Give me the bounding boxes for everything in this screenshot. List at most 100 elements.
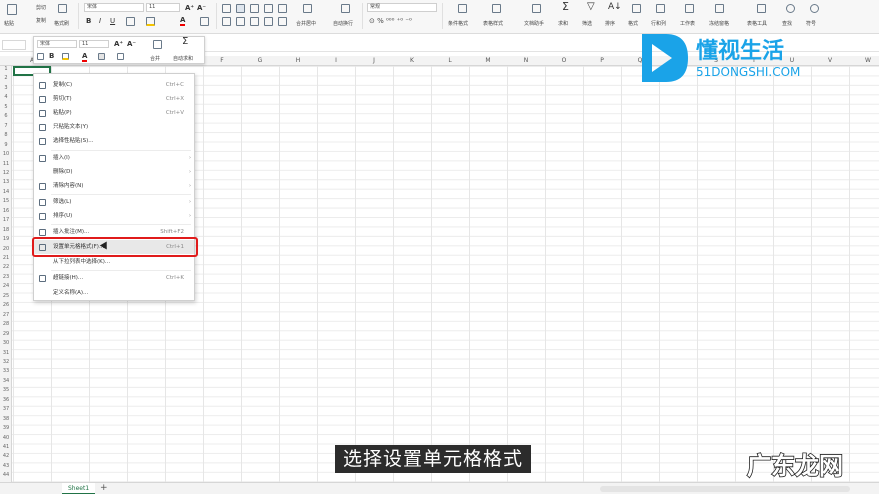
- row-header-cell[interactable]: 43: [0, 463, 12, 469]
- column-header-cell[interactable]: I: [317, 56, 355, 66]
- merge-center-icon[interactable]: [303, 4, 312, 13]
- row-header-cell[interactable]: 29: [0, 331, 12, 337]
- row-header-cell[interactable]: 4: [0, 94, 12, 100]
- row-header-cell[interactable]: 5: [0, 104, 12, 110]
- menu-item-clear[interactable]: 清除内容(N) ›: [34, 179, 194, 193]
- freeze-button[interactable]: 冻结窗格: [709, 20, 729, 27]
- row-header-cell[interactable]: 7: [0, 123, 12, 129]
- menu-item-cut[interactable]: 剪切(T) Ctrl+X: [34, 92, 194, 106]
- row-header-cell[interactable]: 25: [0, 293, 12, 299]
- menu-item-delete[interactable]: 删除(D) ›: [34, 165, 194, 179]
- row-header-cell[interactable]: 24: [0, 283, 12, 289]
- row-header-cell[interactable]: 11: [0, 161, 12, 167]
- row-header-cell[interactable]: 39: [0, 425, 12, 431]
- mini-align-icon[interactable]: [98, 53, 105, 60]
- align-left-icon[interactable]: [222, 17, 231, 26]
- mini-font-color-icon[interactable]: A: [82, 52, 88, 62]
- table-style-icon[interactable]: [492, 4, 501, 13]
- sum-icon[interactable]: Σ: [562, 1, 569, 12]
- wrap-text-icon[interactable]: [341, 4, 350, 13]
- column-header-cell[interactable]: L: [431, 56, 469, 66]
- row-header-cell[interactable]: 18: [0, 227, 12, 233]
- bold-button[interactable]: B: [86, 17, 91, 25]
- row-header-cell[interactable]: 16: [0, 208, 12, 214]
- row-header-cell[interactable]: 34: [0, 378, 12, 384]
- add-sheet-button[interactable]: +: [100, 483, 108, 494]
- column-header-cell[interactable]: G: [241, 56, 279, 66]
- menu-item-pick-list[interactable]: 从下拉列表中选择(K)...: [34, 255, 194, 269]
- row-header-cell[interactable]: 35: [0, 387, 12, 393]
- underline-button[interactable]: U: [110, 17, 115, 25]
- mini-shrink-font-button[interactable]: A⁻: [127, 40, 136, 48]
- row-header-cell[interactable]: 15: [0, 198, 12, 204]
- number-format-select[interactable]: 常规: [367, 3, 437, 12]
- horizontal-scrollbar[interactable]: [600, 486, 850, 492]
- row-header-cell[interactable]: 27: [0, 312, 12, 318]
- column-header-cell[interactable]: O: [545, 56, 583, 66]
- row-header-cell[interactable]: 37: [0, 406, 12, 412]
- filter-button[interactable]: 筛选: [582, 20, 592, 27]
- column-header-cell[interactable]: W: [849, 56, 879, 66]
- row-header-cell[interactable]: 1: [0, 66, 12, 72]
- menu-item-paste[interactable]: 粘贴(P) Ctrl+V: [34, 106, 194, 120]
- find-icon[interactable]: [786, 4, 795, 13]
- row-header-cell[interactable]: 36: [0, 397, 12, 403]
- row-header-cell[interactable]: 20: [0, 246, 12, 252]
- align-bottom-icon[interactable]: [250, 4, 259, 13]
- justify-icon[interactable]: [264, 17, 273, 26]
- italic-button[interactable]: I: [99, 17, 101, 25]
- table-tools-button[interactable]: 表格工具: [747, 20, 767, 27]
- column-header-cell[interactable]: K: [393, 56, 431, 66]
- mini-border-icon[interactable]: [117, 53, 124, 60]
- sort-icon[interactable]: A↓: [608, 3, 622, 12]
- font-color-icon[interactable]: A: [180, 16, 186, 26]
- row-col-icon[interactable]: [656, 4, 665, 13]
- row-header-cell[interactable]: 14: [0, 189, 12, 195]
- menu-item-define-name[interactable]: 定义名称(A)...: [34, 286, 194, 300]
- align-middle-icon[interactable]: [236, 4, 245, 13]
- mini-merge-icon[interactable]: [153, 40, 162, 49]
- row-header-cell[interactable]: 23: [0, 274, 12, 280]
- row-header-cell[interactable]: 12: [0, 170, 12, 176]
- row-header-cell[interactable]: 9: [0, 142, 12, 148]
- mini-autosum-icon[interactable]: Σ: [182, 37, 188, 47]
- mini-autosum-button[interactable]: 自动求和: [173, 55, 193, 62]
- table-style-button[interactable]: 表格样式: [483, 20, 503, 27]
- row-header-cell[interactable]: 26: [0, 302, 12, 308]
- wrap-text-button[interactable]: 自动换行: [333, 20, 353, 27]
- menu-item-paste-special[interactable]: 选择性粘贴(S)...: [34, 134, 194, 148]
- cut-button[interactable]: 剪切: [36, 4, 46, 11]
- row-header-cell[interactable]: 13: [0, 179, 12, 185]
- mini-fill-color-icon[interactable]: [62, 53, 69, 60]
- table-tools-icon[interactable]: [757, 4, 766, 13]
- mini-font-size-select[interactable]: 11: [79, 40, 109, 48]
- align-top-icon[interactable]: [222, 4, 231, 13]
- doc-assistant-icon[interactable]: [532, 4, 541, 13]
- menu-item-hyperlink[interactable]: 超链接(H)... Ctrl+K: [34, 271, 194, 285]
- column-header-cell[interactable]: H: [279, 56, 317, 66]
- row-header-cell[interactable]: 21: [0, 255, 12, 261]
- menu-item-sort[interactable]: 排序(U) ›: [34, 209, 194, 223]
- filter-icon[interactable]: ▽: [587, 2, 595, 12]
- row-header-cell[interactable]: 2: [0, 75, 12, 81]
- worksheet-icon[interactable]: [685, 4, 694, 13]
- name-box[interactable]: [2, 40, 26, 50]
- row-header-cell[interactable]: 33: [0, 368, 12, 374]
- align-right-icon[interactable]: [250, 17, 259, 26]
- symbol-button[interactable]: 符号: [806, 20, 816, 27]
- row-header-cell[interactable]: 44: [0, 472, 12, 478]
- format-painter-icon[interactable]: [58, 4, 67, 13]
- row-header-cell[interactable]: 17: [0, 217, 12, 223]
- mini-merge-button[interactable]: 合并: [150, 55, 160, 62]
- menu-item-filter[interactable]: 筛选(L) ›: [34, 195, 194, 209]
- menu-item-insert[interactable]: 插入(I) ›: [34, 151, 194, 165]
- row-header-cell[interactable]: 3: [0, 85, 12, 91]
- shrink-font-icon[interactable]: A⁻: [197, 4, 206, 12]
- mini-font-name-select[interactable]: 宋体: [37, 40, 77, 48]
- mini-format-painter-icon[interactable]: [37, 53, 44, 60]
- menu-item-copy[interactable]: 复制(C) Ctrl+C: [34, 78, 194, 92]
- menu-item-paste-text[interactable]: 只粘贴文本(Y): [34, 120, 194, 134]
- currency-icon[interactable]: ⊙ % ⁰⁰⁰ ⁺⁰ ⁻⁰: [369, 17, 412, 25]
- row-header-cell[interactable]: 10: [0, 151, 12, 157]
- row-header-cell[interactable]: 8: [0, 132, 12, 138]
